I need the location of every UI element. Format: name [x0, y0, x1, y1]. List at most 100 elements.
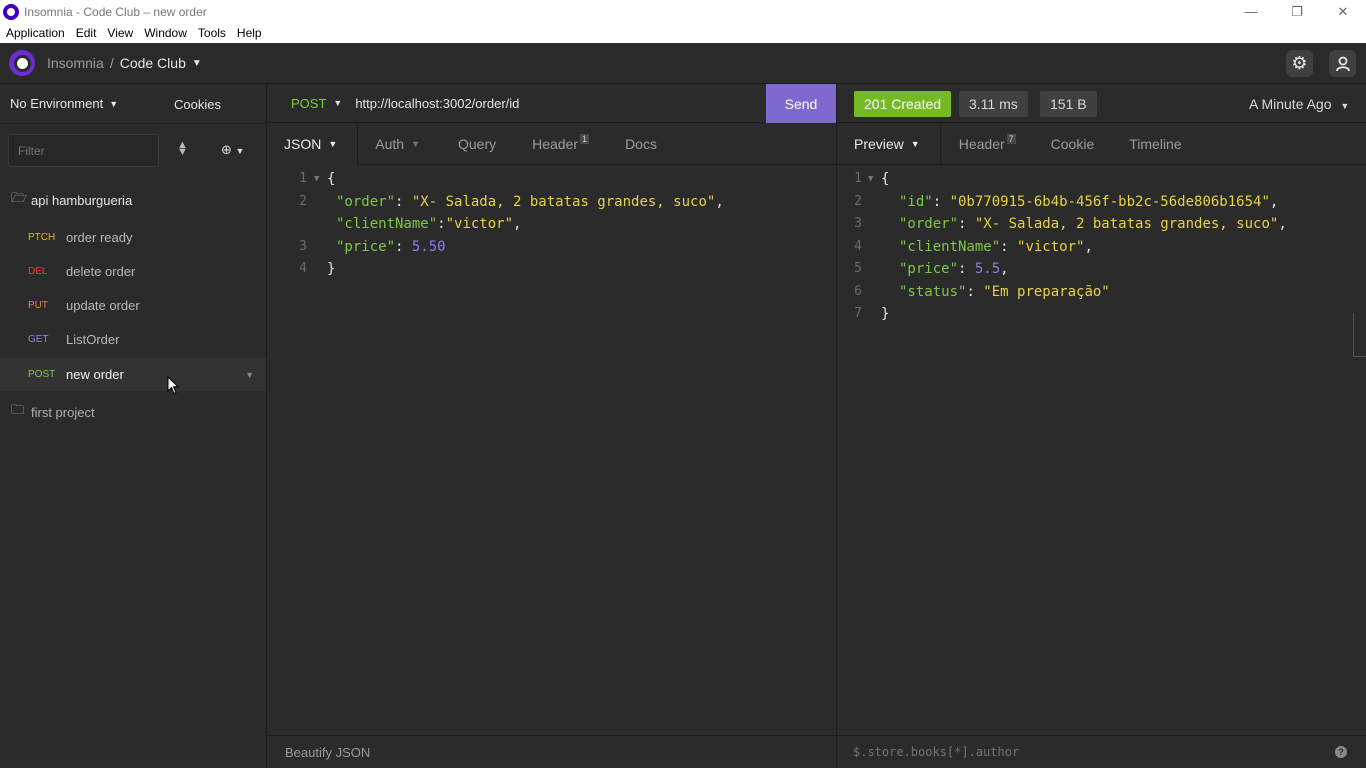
account-button[interactable]	[1329, 50, 1356, 77]
request-url-bar: POST ▼ http://localhost:3002/order/id Se…	[267, 84, 836, 123]
sort-icon[interactable]: ▲ ▼	[177, 140, 188, 158]
tab-docs[interactable]: Docs	[625, 124, 657, 165]
line-number: 3	[299, 239, 307, 254]
folder-open-icon: 🗁	[11, 190, 28, 205]
sidebar-filter-input[interactable]	[8, 134, 159, 167]
insomnia-logo-icon[interactable]	[9, 50, 35, 76]
method-selector[interactable]: POST	[291, 96, 326, 111]
fold-icon[interactable]: ▼	[314, 174, 319, 184]
tab-query[interactable]: Query	[458, 124, 496, 165]
menu-view[interactable]: View	[107, 26, 133, 40]
chevron-down-icon: ▼	[328, 139, 338, 149]
tab-timeline[interactable]: Timeline	[1129, 124, 1181, 165]
request-name: update order	[66, 298, 140, 313]
response-status-bar: 201 Created 3.11 ms 151 B A Minute Ago ▼	[837, 84, 1366, 123]
tab-cookie[interactable]: Cookie	[1051, 124, 1095, 165]
scrollbar-marker[interactable]	[1353, 313, 1366, 357]
request-name: new order	[66, 367, 124, 382]
code-line: }	[327, 261, 336, 277]
mouse-cursor-icon	[167, 376, 179, 395]
window-title: Insomnia - Code Club – new order	[24, 4, 207, 19]
request-item-order-ready[interactable]: PTCH order ready	[0, 221, 266, 254]
chevron-down-icon[interactable]: ▼	[192, 58, 202, 69]
restore-icon[interactable]: ❐	[1274, 0, 1320, 23]
tab-preview[interactable]: Preview ▼	[837, 123, 941, 165]
method-badge: PTCH	[28, 232, 56, 243]
chevron-down-icon: ▼	[1340, 101, 1350, 111]
request-item-list-order[interactable]: GET ListOrder	[0, 323, 266, 356]
tab-label: Query	[458, 136, 497, 152]
environment-selector[interactable]: No Environment	[10, 96, 103, 111]
tab-auth[interactable]: Auth ▼	[375, 124, 420, 165]
code-line: "price": 5.50	[336, 239, 446, 255]
folder-first-project[interactable]: 🗀 first project	[0, 402, 95, 422]
code-line: "clientName": "victor",	[899, 239, 1093, 255]
request-item-update-order[interactable]: PUT update order	[0, 289, 266, 322]
tab-label: Docs	[625, 136, 657, 152]
user-icon	[1335, 56, 1350, 71]
chevron-down-icon[interactable]: ▼	[333, 98, 342, 108]
settings-button[interactable]: ⚙	[1286, 50, 1313, 77]
menu-window[interactable]: Window	[144, 26, 187, 40]
chevron-down-icon[interactable]: ▼	[245, 370, 254, 380]
breadcrumb-separator: /	[109, 55, 114, 71]
response-history-selector[interactable]: A Minute Ago ▼	[1249, 96, 1349, 112]
line-number: 4	[299, 261, 307, 276]
tab-label: Auth	[375, 136, 405, 152]
request-name: order ready	[66, 230, 133, 245]
method-badge: DEL	[28, 266, 48, 277]
add-icon[interactable]: ⊕ ▼	[221, 142, 244, 158]
menu-tools[interactable]: Tools	[198, 26, 226, 40]
help-icon[interactable]: ?	[1335, 746, 1347, 758]
url-input[interactable]: http://localhost:3002/order/id	[355, 96, 519, 111]
line-number: 1	[299, 171, 307, 186]
fold-icon[interactable]: ▼	[868, 174, 873, 184]
header-count-badge: 7	[1006, 134, 1016, 144]
menu-application[interactable]: Application	[6, 26, 65, 40]
response-filter-input[interactable]	[853, 745, 1293, 759]
code-line: "status": "Em preparação"	[899, 284, 1110, 300]
breadcrumb-workspace[interactable]: Code Club	[120, 55, 186, 71]
minimize-icon[interactable]: —	[1228, 0, 1274, 23]
code-line: "id": "0b770915-6b4b-456f-bb2c-56de806b1…	[899, 194, 1279, 210]
send-button[interactable]: Send	[766, 84, 836, 123]
window-controls: — ❐ ✕	[1228, 0, 1366, 23]
window-titlebar: Insomnia - Code Club – new order — ❐ ✕	[0, 0, 1366, 23]
tab-json[interactable]: JSON ▼	[267, 123, 359, 165]
environment-row: No Environment ▼ Cookies	[0, 84, 266, 124]
chevron-down-icon: ▼	[411, 139, 420, 149]
line-number: 1	[854, 171, 862, 186]
folder-api-hamburgueria[interactable]: 🗁 api hamburgueria	[0, 190, 132, 210]
request-item-delete-order[interactable]: DEL delete order	[0, 255, 266, 288]
response-time-badge: 3.11 ms	[959, 91, 1028, 117]
tab-response-header[interactable]: Header 7	[959, 124, 1016, 165]
tab-label: Header	[958, 136, 1005, 152]
tab-header[interactable]: Header 1	[532, 124, 590, 165]
cookies-button[interactable]: Cookies	[174, 97, 221, 112]
request-body-editor[interactable]: 1 ▼ { 2 "order": "X- Salada, 2 batatas g…	[267, 168, 836, 734]
method-badge: POST	[28, 369, 56, 380]
response-tabs: Preview ▼ Header 7 Cookie Timeline	[837, 123, 1366, 165]
tab-label: JSON	[284, 136, 322, 152]
menu-help[interactable]: Help	[237, 26, 262, 40]
request-item-new-order[interactable]: POST new order ▼	[0, 358, 266, 391]
response-body-viewer[interactable]: 1 ▼ { 2 "id": "0b770915-6b4b-456f-bb2c-5…	[837, 168, 1366, 734]
tab-label: Preview	[854, 136, 904, 152]
breadcrumb-parent[interactable]: Insomnia	[47, 55, 104, 71]
method-badge: GET	[28, 334, 49, 345]
folder-label: api hamburgueria	[31, 192, 133, 208]
header-count-badge: 1	[580, 134, 590, 144]
app-header: Insomnia / Code Club ▼ ⚙	[0, 43, 1366, 84]
method-badge: PUT	[28, 300, 48, 311]
history-label: A Minute Ago	[1249, 96, 1332, 112]
line-number: 2	[299, 194, 307, 209]
beautify-json-button[interactable]: Beautify JSON	[285, 745, 370, 760]
sidebar: No Environment ▼ Cookies ▲▼ ⊕ ▼ 🗁 api ha…	[0, 84, 267, 768]
line-number: 2	[854, 194, 862, 209]
close-icon[interactable]: ✕	[1320, 0, 1366, 23]
response-footer: ?	[837, 735, 1366, 768]
line-number: 6	[854, 284, 862, 299]
menu-edit[interactable]: Edit	[76, 26, 97, 40]
chevron-down-icon[interactable]: ▼	[109, 99, 118, 109]
insomnia-logo-icon	[3, 3, 19, 20]
